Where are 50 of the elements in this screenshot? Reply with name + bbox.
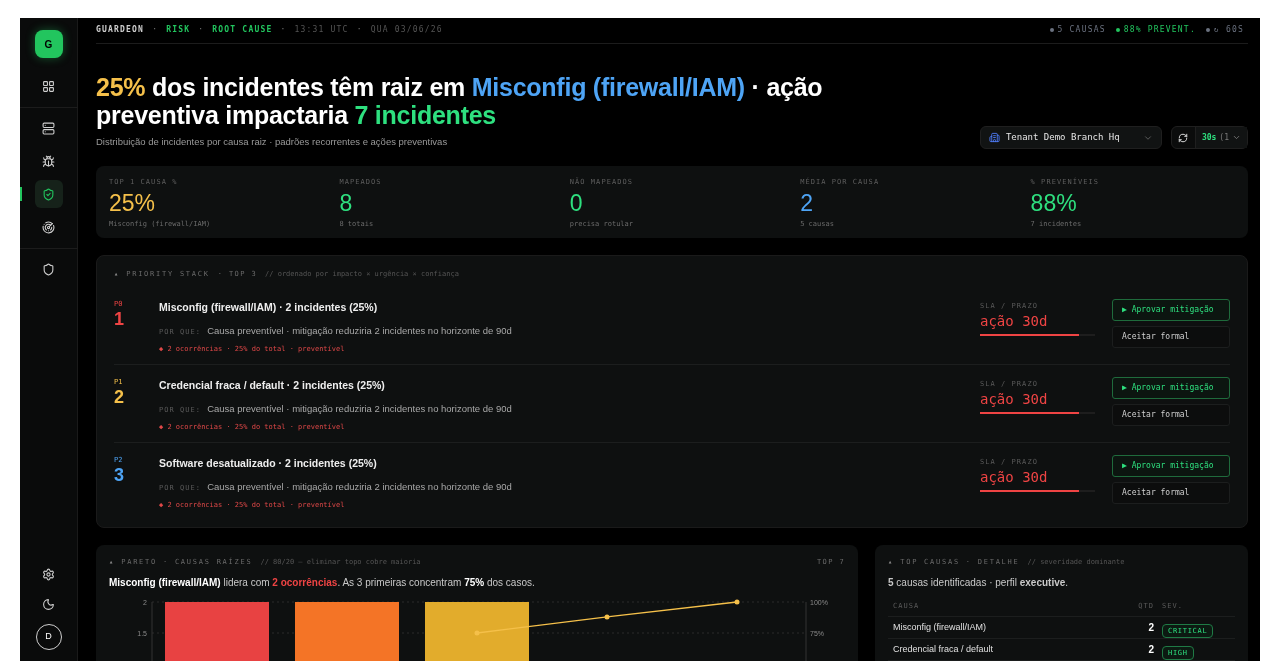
approve-button[interactable]: ▶ Aprovar mitigação — [1112, 298, 1230, 321]
line-point — [474, 630, 480, 636]
line-point — [734, 599, 740, 605]
headline: 25% dos incidentes têm raiz em Misconfig (firewall/IAM) · ação preventiva impactaria 7 incidentes — [96, 73, 824, 129]
status-label: 5 CAUSAS — [1057, 24, 1106, 36]
status-label: 88% PREVENT. — [1123, 24, 1196, 36]
table-cell-text: 2 — [1147, 643, 1154, 658]
shield-check-icon[interactable] — [34, 180, 63, 208]
table-cell-text: Misconfig (firewall/IAM) — [893, 621, 987, 634]
cause-title: Misconfig (firewall/IAM) · 2 incidentes (25%) — [159, 299, 379, 315]
separator: · — [356, 24, 363, 36]
accept-button[interactable]: Aceitar formal — [1112, 481, 1230, 504]
kpi-value: 8 — [339, 189, 354, 216]
why-text: Causa preventível · mitigação reduziria 2 incidentes no horizonte de 90d — [207, 323, 512, 338]
why-text: Causa preventível · mitigação reduziria 2 incidentes no horizonte de 90d — [207, 401, 512, 416]
sla-value: ação 30d — [980, 390, 1049, 409]
breadcrumb-link[interactable]: RISK — [166, 24, 191, 36]
separator: · — [198, 24, 205, 36]
pareto-summary: Misconfig (firewall/IAM) lidera com 2 ocorrências. As 3 primeiras concentram 75% dos casos. — [108, 575, 536, 590]
meta-label: QUA 03/06/26 — [370, 24, 443, 36]
table-cell-text: Credencial fraca / default — [893, 643, 995, 656]
separator: · — [280, 24, 287, 36]
kpi-value: 0 — [569, 189, 584, 216]
kpi-value: 88% — [1030, 189, 1078, 216]
logo[interactable]: G — [34, 30, 63, 58]
breadcrumb-link[interactable]: ROOT CAUSE — [212, 24, 273, 36]
why-text: Causa preventível · mitigação reduziria 2 incidentes no horizonte de 90d — [207, 479, 512, 494]
accept-button[interactable]: Aceitar formal — [1112, 403, 1230, 426]
cause-title: Credencial fraca / default · 2 incidentes (25%) — [159, 377, 386, 393]
approve-button[interactable]: ▶ Aprovar mitigação — [1112, 376, 1230, 399]
approve-button[interactable]: ▶ Aprovar mitigação — [1112, 454, 1230, 477]
building-icon — [988, 132, 1000, 144]
brand-label: GUARDEON — [96, 24, 145, 36]
kpi-value: 25% — [109, 189, 157, 216]
tenant-select[interactable]: Tenant Demo Branch Hq — [979, 126, 1162, 150]
accept-button[interactable]: Aceitar formal — [1112, 325, 1230, 348]
sla-value: ação 30d — [980, 468, 1049, 487]
cause-title: Software desatualizado · 2 incidentes (25%) — [159, 455, 378, 471]
subtitle: Distribuição de incidentes por causa raiz · padrões recorrentes e ações preventivas — [96, 135, 449, 149]
meta-label: 13:31 UTC — [294, 24, 349, 36]
causes-summary: 5 causas identificadas · perfil executive. — [888, 575, 1070, 590]
rank-number: 1 — [114, 309, 125, 330]
kpi-value: 2 — [800, 189, 814, 216]
line-point — [604, 614, 610, 620]
status-label: ↻ 60S — [1213, 24, 1244, 36]
separator: · — [152, 24, 159, 36]
rank-number: 3 — [114, 465, 125, 486]
sla-value: ação 30d — [980, 312, 1049, 331]
table-cell-text: 2 — [1147, 621, 1154, 636]
rank-number: 2 — [114, 387, 125, 408]
